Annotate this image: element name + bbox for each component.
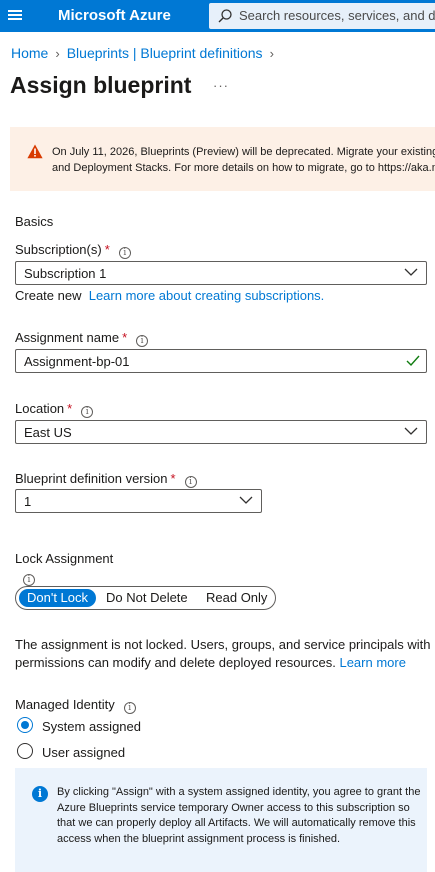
- warning-icon: [27, 144, 43, 159]
- chevron-right-icon: ›: [269, 46, 274, 61]
- chevron-down-icon: [404, 268, 418, 276]
- create-new-row: Create new Learn more about creating sub…: [15, 288, 324, 303]
- version-label-text: Blueprint definition version: [15, 471, 168, 486]
- lock-option-dont-lock[interactable]: Don't Lock: [19, 589, 97, 607]
- location-value: East US: [24, 425, 72, 440]
- warning-line-1: On July 11, 2026, Blueprints (Preview) w…: [52, 146, 435, 158]
- warning-text: On July 11, 2026, Blueprints (Preview) w…: [52, 144, 435, 176]
- info-icon: i: [32, 786, 48, 802]
- learn-subscriptions-link[interactable]: Learn more about creating subscriptions.: [89, 288, 325, 303]
- system-identity-notice: i By clicking "Assign" with a system ass…: [15, 768, 427, 872]
- subscription-label-text: Subscription(s): [15, 242, 102, 257]
- assignment-name-label-text: Assignment name: [15, 330, 120, 345]
- subscription-dropdown[interactable]: Subscription 1: [15, 261, 427, 285]
- search-placeholder: Search resources, services, and docs (G+…: [239, 8, 435, 23]
- subscription-label: Subscription(s) * i: [15, 242, 131, 259]
- assignment-name-label: Assignment name * i: [15, 330, 149, 347]
- breadcrumb-blueprints[interactable]: Blueprints | Blueprint definitions: [67, 45, 263, 61]
- info-icon[interactable]: i: [123, 702, 136, 714]
- location-label-text: Location: [15, 401, 65, 416]
- lock-learn-more-link[interactable]: Learn more: [339, 655, 405, 670]
- required-marker: *: [104, 242, 110, 257]
- info-icon[interactable]: i: [118, 247, 131, 259]
- create-new-link[interactable]: Create new: [15, 288, 81, 303]
- version-dropdown[interactable]: 1: [15, 489, 262, 513]
- page-title: Assign blueprint: [10, 72, 192, 98]
- lock-assignment-toggle: Don't Lock Do Not Delete Read Only: [15, 586, 276, 610]
- required-marker: *: [122, 330, 128, 345]
- assignment-name-input[interactable]: Assignment-bp-01: [15, 349, 427, 373]
- lock-option-read-only[interactable]: Read Only: [198, 589, 275, 607]
- location-label: Location * i: [15, 401, 94, 418]
- info-icon[interactable]: i: [81, 406, 94, 418]
- chevron-right-icon: ›: [55, 46, 60, 61]
- version-value: 1: [24, 494, 32, 509]
- checkmark-icon: [406, 355, 420, 367]
- info-icon[interactable]: i: [184, 476, 197, 488]
- hamburger-icon[interactable]: [6, 7, 24, 25]
- info-icon[interactable]: i: [136, 335, 149, 347]
- radio-system-assigned[interactable]: [17, 717, 33, 733]
- chevron-down-icon: [404, 427, 418, 435]
- version-label: Blueprint definition version * i: [15, 471, 197, 488]
- search-icon: [218, 9, 232, 23]
- managed-identity-label-text: Managed Identity: [15, 697, 115, 712]
- breadcrumb: Home › Blueprints | Blueprint definitions ›: [11, 45, 281, 61]
- brand-name[interactable]: Microsoft Azure: [58, 7, 171, 24]
- system-identity-notice-text: By clicking "Assign" with a system assig…: [57, 786, 421, 845]
- lock-info: i: [14, 569, 35, 586]
- breadcrumb-home[interactable]: Home: [11, 45, 48, 61]
- managed-identity-label: Managed Identity i: [15, 697, 136, 714]
- more-options-button[interactable]: ···: [213, 78, 229, 93]
- subscription-value: Subscription 1: [24, 266, 107, 281]
- top-bar: Microsoft Azure Search resources, servic…: [0, 0, 435, 32]
- info-icon[interactable]: i: [23, 574, 35, 586]
- deprecation-warning-banner: On July 11, 2026, Blueprints (Preview) w…: [10, 127, 435, 191]
- chevron-down-icon: [239, 496, 253, 504]
- radio-user-assigned[interactable]: [17, 743, 33, 759]
- required-marker: *: [67, 401, 73, 416]
- search-box[interactable]: Search resources, services, and docs (G+…: [209, 3, 435, 29]
- lock-description: The assignment is not locked. Users, gro…: [15, 636, 435, 672]
- system-assigned-label[interactable]: System assigned: [42, 719, 141, 734]
- basics-heading: Basics: [15, 214, 54, 229]
- location-dropdown[interactable]: East US: [15, 420, 427, 444]
- warning-line-2: and Deployment Stacks. For more details …: [52, 162, 435, 174]
- lock-option-do-not-delete[interactable]: Do Not Delete: [98, 589, 196, 607]
- assignment-name-value: Assignment-bp-01: [24, 354, 130, 369]
- required-marker: *: [170, 471, 176, 486]
- user-assigned-label[interactable]: User assigned: [42, 745, 125, 760]
- lock-assignment-label: Lock Assignment: [15, 551, 114, 566]
